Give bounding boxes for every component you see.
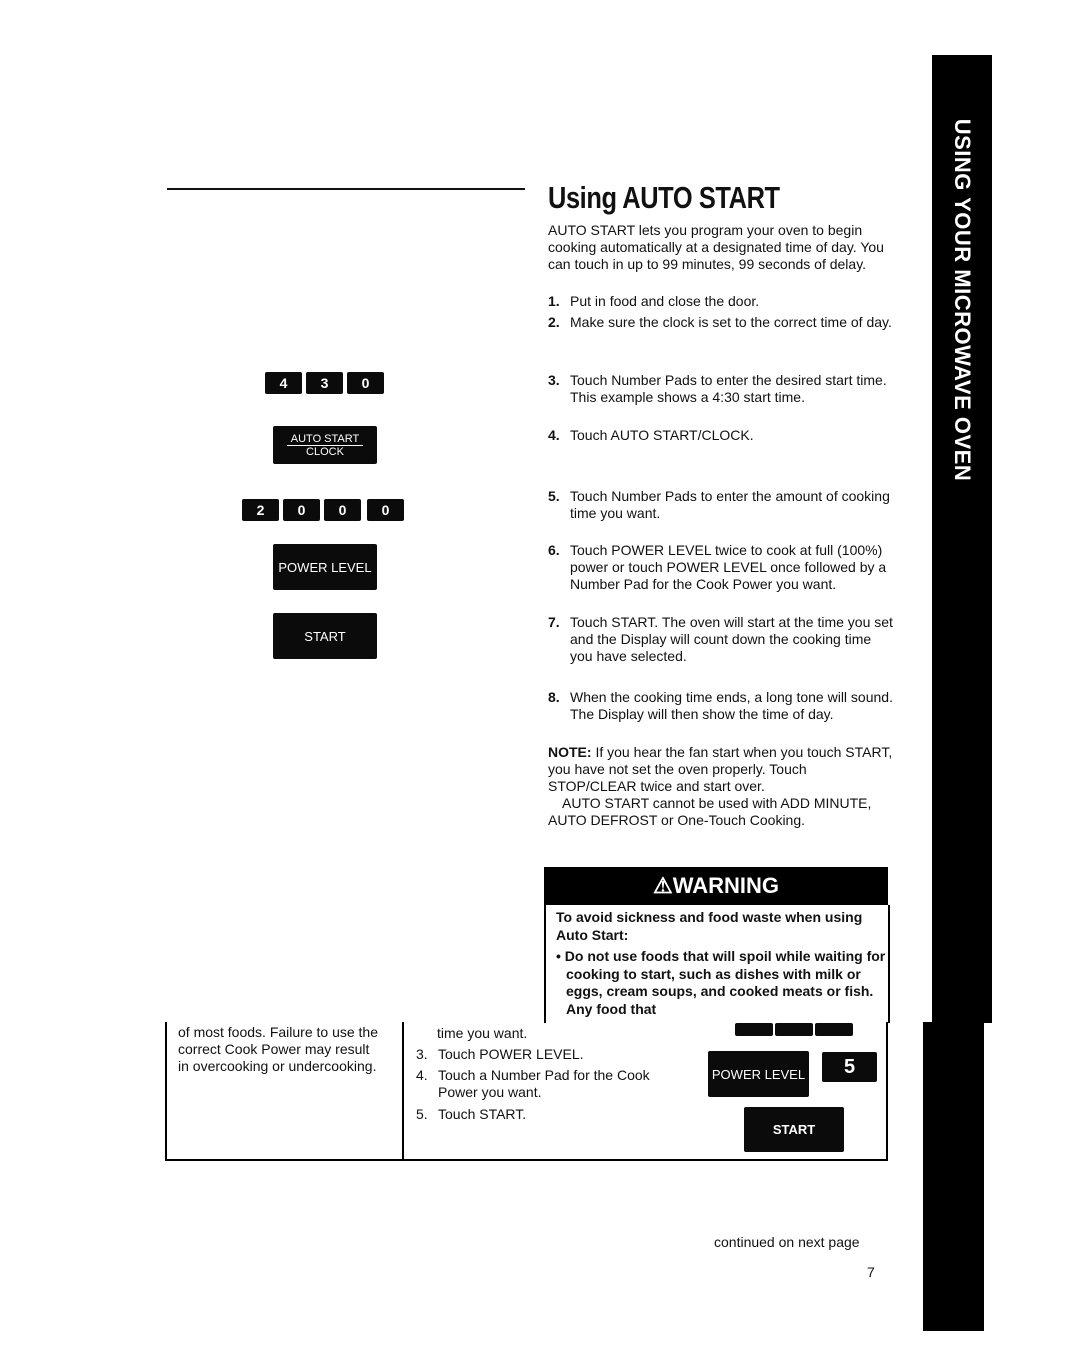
intro-text: AUTO START lets you program your oven to… xyxy=(548,222,884,272)
lower-left-text: of most foods. Failure to use the correc… xyxy=(178,1024,378,1074)
warning-intro: To avoid sickness and food waste when us… xyxy=(556,909,863,943)
step-4: 4. Touch AUTO START/CLOCK. xyxy=(548,427,754,443)
header-rule xyxy=(167,188,525,190)
step-8: 8. When the cooking time ends, a long ton… xyxy=(548,689,893,722)
warning-bullet: • Do not use foods that will spoil while… xyxy=(556,948,886,1017)
number-pad-4[interactable]: 4 xyxy=(265,372,302,394)
lower-step-4: 4. Touch a Number Pad for the Cook Power … xyxy=(416,1067,650,1100)
number-pad-3[interactable]: 3 xyxy=(306,372,343,394)
section-tab-lower xyxy=(923,1022,984,1331)
section-tab-label: USING YOUR MICROWAVE OVEN xyxy=(950,118,975,482)
number-pad-0[interactable]: 0 xyxy=(324,499,361,521)
auto-start-clock-pad[interactable]: AUTO START CLOCK xyxy=(273,426,377,464)
start-pad[interactable]: START xyxy=(273,613,377,659)
step-1: 1. Put in food and close the door. xyxy=(548,293,760,309)
warning-box: To avoid sickness and food waste when us… xyxy=(544,905,890,1023)
number-pad-0[interactable]: 0 xyxy=(367,499,404,521)
number-pad-0[interactable]: 0 xyxy=(347,372,384,394)
power-level-pad[interactable]: POWER LEVEL xyxy=(273,544,377,590)
warning-heading: ⚠ WARNING xyxy=(544,867,888,905)
step-7: 7. Touch START. The oven will start at th… xyxy=(548,614,893,664)
column-divider xyxy=(402,1022,404,1161)
note: NOTE: If you hear the fan start when you… xyxy=(548,744,893,828)
start-pad-lower[interactable]: START xyxy=(744,1107,844,1152)
number-pad-2[interactable]: 2 xyxy=(242,499,279,521)
number-pad-5[interactable]: 5 xyxy=(822,1052,877,1082)
step-3: 3. Touch Number Pads to enter the desired… xyxy=(548,372,887,405)
number-pad-partial xyxy=(815,1023,853,1036)
warning-triangle-icon: ⚠ xyxy=(652,873,673,898)
continued-note: continued on next page xyxy=(714,1234,860,1250)
lower-step-3: 3. Touch POWER LEVEL. xyxy=(416,1046,584,1062)
lower-line0: time you want. xyxy=(437,1025,528,1041)
number-pad-0[interactable]: 0 xyxy=(283,499,320,521)
lower-step-5: 5. Touch START. xyxy=(416,1106,527,1122)
page-title: Using AUTO START xyxy=(548,180,780,215)
step-6: 6. Touch POWER LEVEL twice to cook at ful… xyxy=(548,542,887,592)
power-level-pad-lower[interactable]: POWER LEVEL xyxy=(708,1051,809,1097)
page-number: 7 xyxy=(867,1264,875,1280)
manual-page: USING YOUR MICROWAVE OVEN Using AUTO STA… xyxy=(0,0,1080,1358)
step-5: 5. Touch Number Pads to enter the amount … xyxy=(548,488,890,521)
number-pad-partial xyxy=(735,1023,773,1036)
step-2: 2. Make sure the clock is set to the corr… xyxy=(548,314,892,330)
number-pad-partial xyxy=(775,1023,813,1036)
